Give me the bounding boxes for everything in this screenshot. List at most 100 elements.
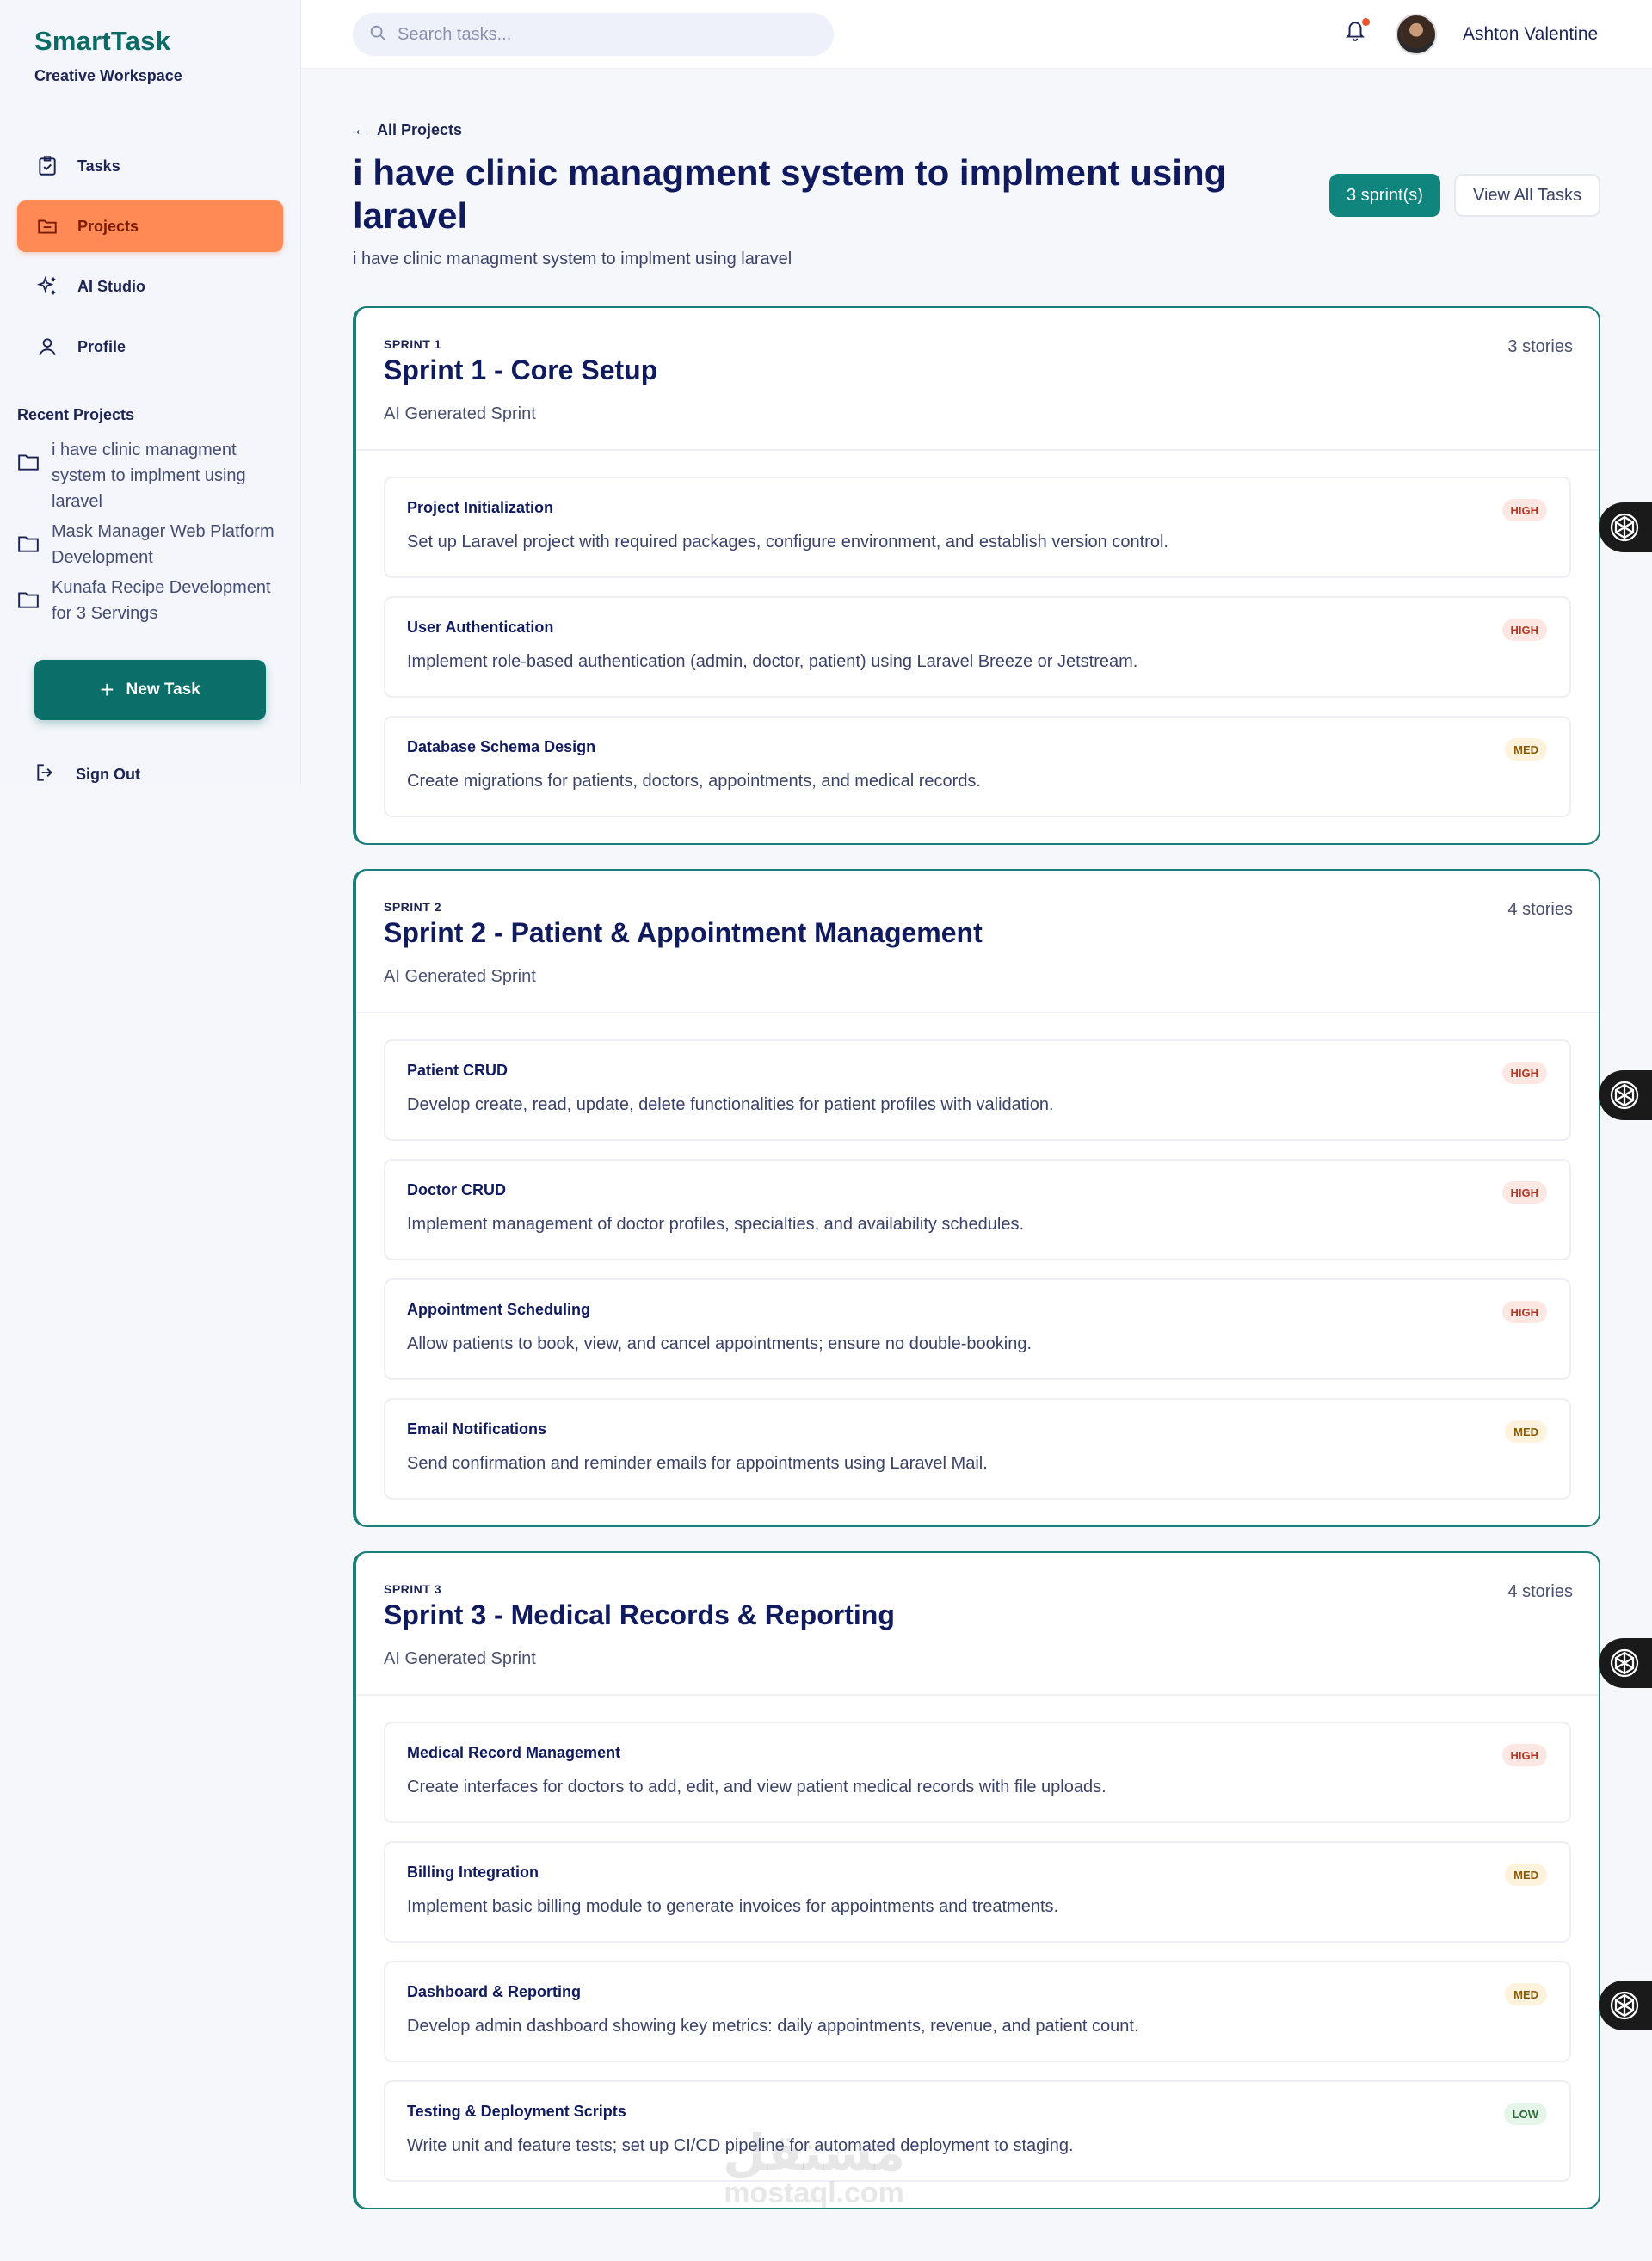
task-card[interactable]: Appointment Scheduling Allow patients to… — [384, 1278, 1571, 1380]
openai-icon — [1610, 1648, 1639, 1678]
folder-icon — [17, 590, 43, 613]
task-card[interactable]: Billing Integration Implement basic bill… — [384, 1841, 1571, 1943]
priority-badge: HIGH — [1501, 499, 1547, 521]
sidebar-item-tasks[interactable]: Tasks — [17, 140, 283, 192]
recent-project-item[interactable]: Kunafa Recipe Development for 3 Servings — [17, 575, 288, 626]
sidebar: SmartTask Creative Workspace Tasks Proje… — [0, 0, 301, 785]
back-to-projects-link[interactable]: ← All Projects — [353, 120, 462, 140]
sprint-card: SPRINT 3 Sprint 3 - Medical Records & Re… — [353, 1551, 1600, 2209]
sprint-label: SPRINT 3 — [384, 1582, 442, 1596]
notifications-button[interactable] — [1344, 17, 1370, 45]
task-card[interactable]: User Authentication Implement role-based… — [384, 596, 1571, 698]
ai-assistant-button[interactable] — [1599, 1638, 1652, 1688]
sprint-subtitle: AI Generated Sprint — [384, 404, 536, 423]
priority-badge: MED — [1505, 1420, 1547, 1443]
task-description: Create interfaces for doctors to add, ed… — [407, 1777, 1106, 1796]
notification-dot — [1362, 18, 1370, 26]
user-name[interactable]: Ashton Valentine — [1463, 24, 1598, 45]
priority-badge: HIGH — [1501, 1062, 1547, 1084]
sparkles-icon — [34, 274, 60, 299]
search-input[interactable] — [398, 24, 811, 45]
sprint-title: Sprint 2 - Patient & Appointment Managem… — [384, 917, 983, 948]
task-card[interactable]: Testing & Deployment Scripts Write unit … — [384, 2080, 1571, 2182]
task-title: Appointment Scheduling — [407, 1301, 590, 1318]
sprint-card: SPRINT 1 Sprint 1 - Core Setup AI Genera… — [353, 306, 1600, 845]
task-title: Patient CRUD — [407, 1062, 509, 1079]
plus-icon: + — [100, 676, 114, 703]
avatar[interactable] — [1396, 14, 1437, 55]
task-description: Allow patients to book, view, and cancel… — [407, 1334, 1032, 1353]
recent-project-label: i have clinic managment system to implme… — [52, 440, 246, 511]
page-title: i have clinic managment system to implme… — [353, 152, 1227, 236]
task-title: Testing & Deployment Scripts — [407, 2103, 626, 2120]
task-title: User Authentication — [407, 619, 554, 636]
priority-badge: HIGH — [1501, 619, 1547, 641]
stories-count: 4 stories — [1507, 1582, 1573, 1601]
priority-badge: HIGH — [1501, 1181, 1547, 1204]
sign-out-button[interactable]: Sign Out — [34, 761, 140, 788]
task-card[interactable]: Email Notifications Send confirmation an… — [384, 1398, 1571, 1500]
sidebar-item-label: AI Studio — [77, 277, 145, 295]
sidebar-item-label: Tasks — [77, 157, 120, 175]
ai-assistant-button[interactable] — [1599, 502, 1652, 552]
task-card[interactable]: Doctor CRUD Implement management of doct… — [384, 1159, 1571, 1260]
folder-icon — [34, 213, 60, 239]
sprint-count-button[interactable]: 3 sprint(s) — [1329, 174, 1440, 217]
sprint-title: Sprint 1 - Core Setup — [384, 354, 658, 385]
task-card[interactable]: Medical Record Management Create interfa… — [384, 1722, 1571, 1823]
user-icon — [34, 334, 60, 360]
brand-subtitle: Creative Workspace — [34, 67, 182, 84]
priority-badge: MED — [1505, 1983, 1547, 2005]
recent-projects-heading: Recent Projects — [17, 406, 135, 423]
task-card[interactable]: Patient CRUD Develop create, read, updat… — [384, 1039, 1571, 1141]
new-task-label: New Task — [126, 681, 200, 699]
sprint-label: SPRINT 1 — [384, 337, 442, 351]
task-description: Implement role-based authentication (adm… — [407, 652, 1138, 671]
back-label: All Projects — [377, 121, 463, 139]
task-card[interactable]: Project Initialization Set up Laravel pr… — [384, 477, 1571, 578]
sidebar-item-label: Profile — [77, 337, 126, 355]
brand-title[interactable]: SmartTask — [34, 26, 182, 57]
stories-count: 3 stories — [1507, 337, 1573, 356]
task-title: Billing Integration — [407, 1864, 539, 1881]
priority-badge: LOW — [1503, 2103, 1547, 2125]
recent-project-item[interactable]: Mask Manager Web Platform Development — [17, 519, 288, 570]
ai-assistant-button[interactable] — [1599, 1981, 1652, 2030]
recent-project-label: Kunafa Recipe Development for 3 Servings — [52, 578, 271, 623]
priority-badge: HIGH — [1501, 1301, 1547, 1323]
task-title: Dashboard & Reporting — [407, 1983, 582, 2000]
task-title: Database Schema Design — [407, 738, 596, 755]
ai-assistant-button[interactable] — [1599, 1070, 1652, 1120]
task-card[interactable]: Dashboard & Reporting Develop admin dash… — [384, 1961, 1571, 2062]
task-title: Project Initialization — [407, 499, 554, 516]
search-bar[interactable] — [353, 13, 834, 56]
recent-project-label: Mask Manager Web Platform Development — [52, 522, 274, 567]
task-description: Develop create, read, update, delete fun… — [407, 1095, 1054, 1114]
priority-badge: MED — [1505, 738, 1547, 761]
sidebar-item-profile[interactable]: Profile — [17, 321, 283, 373]
sidebar-item-projects[interactable]: Projects — [17, 200, 283, 252]
openai-icon — [1610, 1991, 1639, 2020]
sidebar-item-label: Projects — [77, 217, 139, 235]
sprint-label: SPRINT 2 — [384, 900, 442, 914]
sprint-subtitle: AI Generated Sprint — [384, 967, 536, 986]
sprint-title: Sprint 3 - Medical Records & Reporting — [384, 1599, 895, 1630]
task-description: Develop admin dashboard showing key metr… — [407, 2017, 1139, 2036]
task-card[interactable]: Database Schema Design Create migrations… — [384, 716, 1571, 817]
sprint-header: SPRINT 1 Sprint 1 - Core Setup AI Genera… — [356, 308, 1599, 451]
new-task-button[interactable]: + New Task — [34, 660, 266, 720]
task-description: Implement management of doctor profiles,… — [407, 1215, 1025, 1234]
recent-project-item[interactable]: i have clinic managment system to implme… — [17, 437, 288, 514]
sidebar-item-ai-studio[interactable]: AI Studio — [17, 261, 283, 312]
sprint-header: SPRINT 3 Sprint 3 - Medical Records & Re… — [356, 1553, 1599, 1696]
priority-badge: HIGH — [1501, 1744, 1547, 1766]
task-description: Send confirmation and reminder emails fo… — [407, 1454, 988, 1473]
watermark-arabic: مستقل — [723, 2123, 906, 2182]
watermark-latin: mostaql.com — [724, 2177, 904, 2209]
view-all-tasks-button[interactable]: View All Tasks — [1454, 174, 1600, 217]
sign-out-label: Sign Out — [76, 766, 140, 783]
priority-badge: MED — [1505, 1864, 1547, 1886]
search-icon — [368, 23, 389, 46]
arrow-left-icon: ← — [353, 120, 370, 139]
task-title: Medical Record Management — [407, 1744, 621, 1761]
